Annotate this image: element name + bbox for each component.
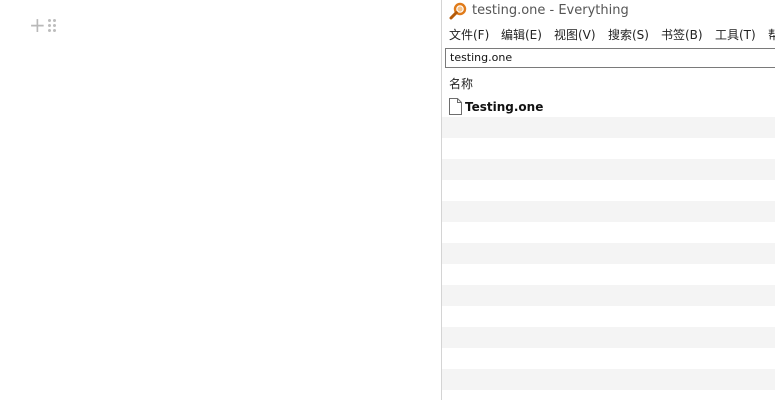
title-bar[interactable]: testing.one - Everything	[442, 0, 775, 22]
editor-canvas: +	[0, 0, 441, 400]
menu-help[interactable]: 帮	[768, 27, 775, 43]
everything-window: testing.one - Everything 文件(F) 编辑(E) 视图(…	[441, 0, 775, 400]
drag-handle-icon[interactable]	[48, 19, 58, 33]
list-row-empty	[442, 117, 775, 138]
list-row-empty	[442, 180, 775, 201]
column-name-header[interactable]: 名称	[449, 77, 473, 91]
list-row-empty	[442, 201, 775, 222]
magnifier-icon	[449, 2, 467, 20]
result-file-name[interactable]: Testing.one	[465, 100, 543, 114]
list-row-empty	[442, 243, 775, 264]
menu-edit[interactable]: 编辑(E)	[501, 27, 542, 43]
list-row-empty	[442, 264, 775, 285]
window-title: testing.one - Everything	[472, 3, 629, 18]
menu-bookmarks[interactable]: 书签(B)	[661, 27, 703, 43]
menu-view[interactable]: 视图(V)	[554, 27, 596, 43]
menu-search[interactable]: 搜索(S)	[608, 27, 649, 43]
menu-file[interactable]: 文件(F)	[449, 27, 489, 43]
add-block-icon[interactable]: +	[29, 15, 46, 35]
file-icon	[449, 98, 462, 115]
menu-bar: 文件(F) 编辑(E) 视图(V) 搜索(S) 书签(B) 工具(T) 帮	[442, 24, 775, 46]
list-row-empty	[442, 390, 775, 400]
list-row-empty	[442, 369, 775, 390]
column-header[interactable]: 名称	[442, 72, 775, 96]
menu-tools[interactable]: 工具(T)	[715, 27, 756, 43]
list-row-empty	[442, 306, 775, 327]
list-row-empty	[442, 285, 775, 306]
list-row-empty	[442, 348, 775, 369]
search-input[interactable]: testing.one	[445, 48, 775, 68]
list-row-empty	[442, 138, 775, 159]
list-row-empty	[442, 159, 775, 180]
screen: + testing.one - Everything 文件(F) 编辑(E) 视…	[0, 0, 775, 400]
results-list: 名称 Testing.one	[442, 72, 775, 400]
list-row-empty	[442, 327, 775, 348]
list-row-empty	[442, 222, 775, 243]
